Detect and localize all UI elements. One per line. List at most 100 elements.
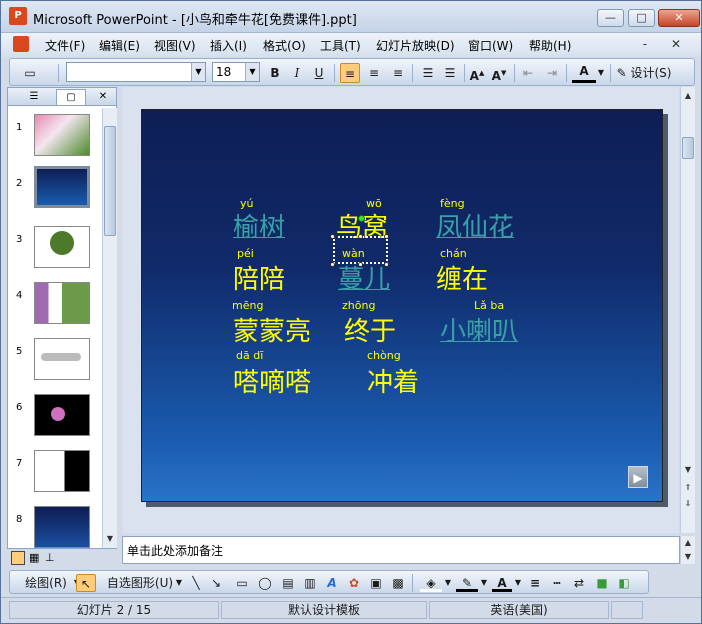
menu-format[interactable]: 格式(O) [263,37,306,54]
word[interactable]: 终于 [344,311,396,348]
slide-canvas[interactable]: yú 榆树 wō 鸟窝 fèng 凤仙花 péi 陪陪 wàn 蔓儿 chán … [141,109,663,502]
increase-indent-button[interactable]: ⇥ [542,63,562,83]
menu-edit[interactable]: 编辑(E) [99,37,140,54]
font-size-combo[interactable]: 18 ▼ [212,62,260,82]
scrollbar-thumb[interactable] [682,137,694,159]
slide-scrollbar[interactable]: ▲ ▼ ⇑ ⇓ [680,87,695,533]
notes-scrollbar[interactable]: ▲ ▼ [680,536,695,564]
dash-style-icon[interactable]: ┅ [548,574,566,592]
decrease-font-button[interactable]: A▼ [490,63,508,83]
next-slide-icon[interactable]: ⇓ [681,497,695,511]
menu-insert[interactable]: 插入(I) [210,37,247,54]
menu-tools[interactable]: 工具(T) [320,37,361,54]
menu-view[interactable]: 视图(V) [154,37,196,54]
fill-color-icon[interactable]: ◈ [420,574,442,592]
document-icon[interactable] [13,36,29,52]
close-button[interactable]: ✕ [658,9,700,27]
slide-thumbnail[interactable] [34,506,90,548]
document-window-controls[interactable]: - ✕ [643,37,691,51]
italic-button[interactable]: I [288,63,306,83]
status-template[interactable]: 默认设计模板 [221,601,427,619]
vertical-textbox-icon[interactable]: ▥ [302,574,318,592]
bold-button[interactable]: B [266,63,284,83]
textbox-icon[interactable]: ▤ [280,574,296,592]
slide-thumbnail[interactable] [34,114,90,156]
slide-sorter-view-icon[interactable]: ▦ [29,551,39,564]
tab-outline[interactable]: ☰ [20,89,48,105]
chevron-down-icon[interactable]: ▼ [596,63,606,83]
previous-slide-icon[interactable]: ⇑ [681,481,695,495]
align-center-button[interactable]: ≡ [364,63,384,83]
line-icon[interactable]: ╲ [188,574,204,592]
resize-handle[interactable] [384,234,389,239]
picture-icon[interactable]: ▩ [390,574,406,592]
chevron-down-icon[interactable]: ▼ [514,574,522,592]
wordart-icon[interactable]: A [324,574,340,592]
slide-thumbnail[interactable] [34,450,90,492]
word[interactable]: 嗒嘀嗒 [233,362,311,399]
underline-button[interactable]: U [310,63,328,83]
selected-textbox[interactable] [333,236,388,264]
3d-icon[interactable]: ◧ [616,574,632,592]
word-link[interactable]: 凤仙花 [436,207,514,244]
word-link[interactable]: 榆树 [233,207,285,244]
line-style-icon[interactable]: ≡ [526,574,544,592]
thumbnail-scrollbar[interactable]: ▼ [102,108,117,548]
word[interactable]: 冲着 [367,362,419,399]
slide-thumbnail[interactable] [34,338,90,380]
rotate-handle[interactable] [358,215,365,222]
bullets-button[interactable]: ☰ [440,63,460,83]
chevron-down-icon[interactable]: ▼ [480,574,488,592]
menu-file[interactable]: 文件(F) [45,37,85,54]
menu-help[interactable]: 帮助(H) [529,37,571,54]
rectangle-icon[interactable]: ▭ [234,574,250,592]
scroll-down-arrow-icon[interactable]: ▼ [681,463,695,477]
menu-window[interactable]: 窗口(W) [468,37,513,54]
chevron-down-icon[interactable]: ▼ [245,63,259,81]
draw-menu-button[interactable]: 绘图(R) [20,574,72,592]
scroll-up-arrow-icon[interactable]: ▲ [681,536,695,550]
word[interactable]: 蒙蒙亮 [233,311,311,348]
slide-thumbnail[interactable] [34,282,90,324]
resize-handle[interactable] [358,262,363,267]
maximize-button[interactable]: □ [628,9,655,27]
select-pointer-icon[interactable]: ↖ [76,574,96,592]
chevron-down-icon[interactable]: ▼ [444,574,452,592]
font-color-icon[interactable]: A [492,574,512,592]
clipart-icon[interactable]: ▣ [368,574,384,592]
diagram-icon[interactable]: ✿ [346,574,362,592]
word[interactable]: 陪陪 [233,259,285,296]
font-color-button[interactable]: A [572,63,596,83]
powerpoint-app-icon[interactable]: P [9,7,27,25]
scrollbar-thumb[interactable] [104,126,116,236]
font-name-combo[interactable]: ▼ [66,62,206,82]
autoshapes-button[interactable]: 自选图形(U) [106,574,174,592]
scroll-down-arrow-icon[interactable]: ▼ [681,550,695,564]
normal-view-icon[interactable] [11,551,25,565]
resize-handle[interactable] [330,262,335,267]
align-left-button[interactable]: ≡ [340,63,360,83]
word-link[interactable]: 小喇叭 [440,311,518,348]
slideshow-view-icon[interactable]: ⊥ [45,551,55,564]
increase-font-button[interactable]: A▲ [468,63,486,83]
arrow-icon[interactable]: ↘ [208,574,224,592]
minimize-button[interactable]: — [597,9,624,27]
line-color-icon[interactable]: ✎ [456,574,478,592]
scroll-down-arrow-icon[interactable]: ▼ [103,532,117,546]
shadow-icon[interactable]: ■ [594,574,610,592]
close-icon[interactable]: ✕ [96,89,110,105]
resize-handle[interactable] [384,262,389,267]
resize-handle[interactable] [358,234,363,239]
chevron-down-icon[interactable]: ▼ [174,574,184,592]
tab-slides[interactable]: ▢ [56,89,86,105]
scroll-up-arrow-icon[interactable]: ▲ [681,89,695,103]
oval-icon[interactable]: ◯ [256,574,274,592]
design-button[interactable]: ✎ 设计(S) [614,63,674,83]
arrow-style-icon[interactable]: ⇄ [570,574,588,592]
slide-thumbnail[interactable] [34,226,90,268]
numbering-button[interactable]: ☰ [418,63,438,83]
notes-pane[interactable]: 单击此处添加备注 [122,536,680,564]
next-action-button[interactable]: ▶ [628,466,648,488]
align-right-button[interactable]: ≡ [388,63,408,83]
slide-thumbnail[interactable] [34,394,90,436]
